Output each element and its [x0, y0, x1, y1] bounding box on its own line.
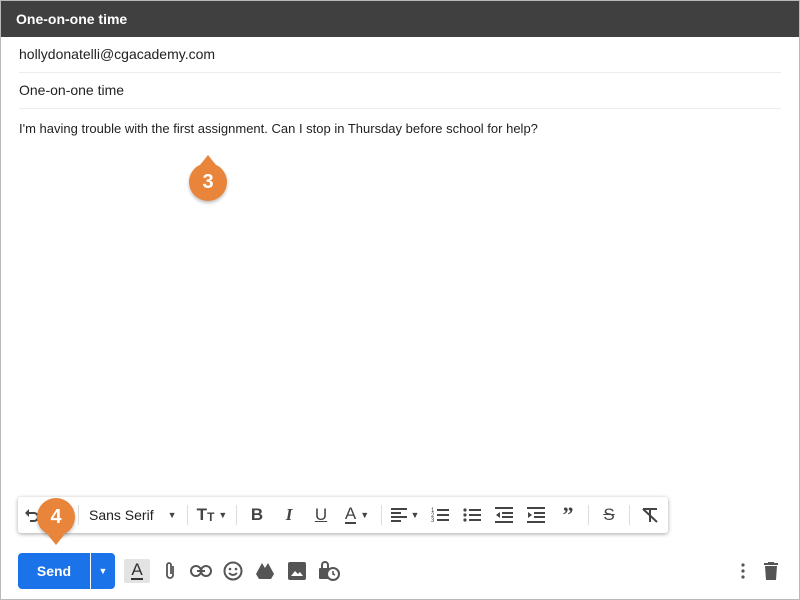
underline-icon[interactable]: U — [305, 497, 337, 533]
emoji-icon[interactable] — [221, 559, 245, 583]
link-icon[interactable] — [189, 559, 213, 583]
toolbar-divider — [236, 505, 237, 525]
remove-formatting-icon[interactable] — [634, 497, 666, 533]
toolbar-divider — [381, 505, 382, 525]
bold-icon[interactable]: B — [241, 497, 273, 533]
step-callout-3: 3 — [189, 155, 227, 201]
indent-more-icon[interactable] — [520, 497, 552, 533]
drive-icon[interactable] — [253, 559, 277, 583]
font-family-label: Sans Serif — [89, 507, 154, 523]
chevron-down-icon: ▼ — [410, 510, 420, 520]
italic-icon[interactable]: I — [273, 497, 305, 533]
text-color-icon[interactable]: A ▼ — [337, 497, 377, 533]
confidential-icon[interactable] — [317, 559, 341, 583]
chevron-down-icon: ▼ — [218, 510, 228, 520]
chevron-down-icon: ▼ — [98, 566, 108, 576]
formatting-toolbar: Sans Serif ▼ TT ▼ B I U A ▼ ▼ 123 ” S — [18, 497, 668, 533]
formatting-options-icon[interactable]: A — [124, 559, 150, 583]
subject-field[interactable]: One-on-one time — [19, 73, 781, 109]
chevron-down-icon: ▼ — [167, 510, 177, 520]
send-options-button[interactable]: ▼ — [91, 553, 115, 589]
message-body[interactable]: I'm having trouble with the first assign… — [19, 121, 779, 136]
send-button[interactable]: Send — [18, 553, 90, 589]
indent-less-icon[interactable] — [488, 497, 520, 533]
font-family-dropdown[interactable]: Sans Serif ▼ — [83, 497, 183, 533]
svg-text:3: 3 — [431, 518, 435, 523]
quote-icon[interactable]: ” — [552, 497, 584, 533]
more-options-icon[interactable] — [731, 559, 755, 583]
font-size-icon[interactable]: TT ▼ — [192, 497, 232, 533]
discard-icon[interactable] — [759, 559, 783, 583]
bulleted-list-icon[interactable] — [456, 497, 488, 533]
toolbar-divider — [588, 505, 589, 525]
toolbar-divider — [78, 505, 79, 525]
toolbar-divider — [629, 505, 630, 525]
photo-icon[interactable] — [285, 559, 309, 583]
chevron-down-icon: ▼ — [360, 510, 370, 520]
to-field[interactable]: hollydonatelli@cgacademy.com — [19, 37, 781, 73]
toolbar-divider — [187, 505, 188, 525]
align-icon[interactable]: ▼ — [386, 497, 424, 533]
compose-action-bar: Send ▼ A — [18, 553, 788, 589]
compose-title-bar[interactable]: One-on-one time — [1, 1, 799, 37]
strikethrough-icon[interactable]: S — [593, 497, 625, 533]
compose-title: One-on-one time — [16, 11, 128, 27]
numbered-list-icon[interactable]: 123 — [424, 497, 456, 533]
attach-icon[interactable] — [158, 559, 182, 583]
step-callout-4: 4 — [37, 498, 75, 545]
